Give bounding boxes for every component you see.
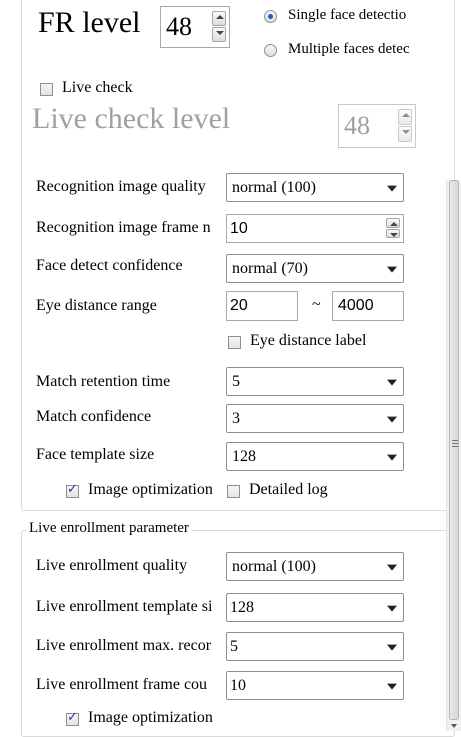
live-check-checkbox[interactable] (40, 83, 53, 96)
eye-distance-separator: ~ (312, 296, 321, 313)
eye-distance-max-input[interactable]: 4000 (332, 291, 404, 321)
scrollbar-thumb[interactable] (449, 180, 459, 720)
fr-level-spinner[interactable] (212, 11, 226, 43)
face-template-size-label: Face template size (36, 446, 155, 463)
single-face-radio[interactable] (264, 10, 277, 23)
live-enrollment-max-records-select[interactable]: 5 (226, 632, 404, 661)
recognition-image-quality-value: normal (100) (232, 178, 316, 196)
chevron-down-icon (387, 185, 397, 192)
live-enrollment-max-records-label: Live enrollment max. recor (36, 637, 212, 654)
recognition-image-frame-spinbox[interactable]: 10 (226, 214, 404, 243)
grip-icon (452, 443, 458, 444)
face-detect-confidence-select[interactable]: normal (70) (226, 254, 404, 283)
live-enrollment-quality-label: Live enrollment quality (36, 557, 188, 574)
chevron-down-icon (387, 564, 397, 571)
fr-level-label: FR level (38, 6, 141, 39)
match-confidence-select[interactable]: 3 (226, 404, 404, 433)
chevron-down-icon (387, 605, 397, 612)
spin-up-icon[interactable] (386, 218, 400, 228)
live-check-level-spinbox[interactable]: 48 (338, 104, 416, 148)
recognition-image-quality-label: Recognition image quality (36, 178, 206, 195)
recognition-image-frame-spinner[interactable] (386, 218, 400, 239)
live-enrollment-image-optimization-checkbox[interactable] (66, 710, 79, 726)
image-optimization-label: Image optimization (88, 481, 213, 498)
scroll-down-arrow-icon[interactable] (451, 724, 457, 728)
chevron-down-icon (387, 416, 397, 423)
chevron-down-icon (387, 683, 397, 690)
chevron-down-icon (387, 454, 397, 461)
live-enrollment-quality-value: normal (100) (232, 557, 316, 575)
live-enrollment-frame-count-label: Live enrollment frame cou (36, 676, 208, 693)
face-detect-confidence-label: Face detect confidence (36, 257, 183, 274)
match-confidence-label: Match confidence (36, 408, 152, 425)
live-check-label: Live check (62, 79, 133, 96)
spin-up-icon[interactable] (398, 109, 412, 125)
spin-up-icon[interactable] (212, 11, 226, 26)
fr-level-spinbox[interactable]: 48 (160, 6, 230, 48)
eye-distance-min-value: 20 (230, 297, 248, 314)
live-enrollment-template-size-value: 128 (230, 598, 254, 616)
eye-distance-label-checkbox[interactable] (228, 336, 241, 349)
vertical-scrollbar[interactable] (446, 180, 461, 731)
chevron-down-icon (387, 266, 397, 273)
live-enrollment-group-title: Live enrollment parameter (26, 520, 192, 537)
grip-icon (452, 446, 458, 447)
live-enrollment-template-size-label: Live enrollment template si (36, 598, 213, 615)
eye-distance-label-text: Eye distance label (250, 332, 367, 349)
spin-down-icon[interactable] (212, 27, 226, 42)
chevron-down-icon (387, 644, 397, 651)
live-check-level-value: 48 (344, 111, 370, 140)
eye-distance-max-value: 4000 (338, 297, 374, 314)
eye-distance-min-input[interactable]: 20 (226, 291, 298, 321)
live-check-level-spinner[interactable] (398, 109, 412, 143)
image-optimization-checkbox[interactable] (66, 482, 79, 498)
recognition-image-frame-value: 10 (230, 219, 248, 237)
match-retention-time-label: Match retention time (36, 373, 171, 390)
spin-down-icon[interactable] (386, 228, 400, 238)
live-enrollment-quality-select[interactable]: normal (100) (226, 552, 404, 581)
live-check-level-label: Live check level (32, 102, 231, 135)
face-template-size-select[interactable]: 128 (226, 442, 404, 471)
live-enrollment-image-optimization-label: Image optimization (88, 709, 213, 726)
face-template-size-value: 128 (232, 447, 256, 465)
match-retention-time-select[interactable]: 5 (226, 367, 404, 396)
multiple-faces-label: Multiple faces detec (288, 41, 410, 57)
grip-icon (452, 440, 458, 441)
live-enrollment-frame-count-select[interactable]: 10 (226, 671, 404, 700)
live-enrollment-template-size-select[interactable]: 128 (226, 593, 404, 622)
recognition-image-quality-select[interactable]: normal (100) (226, 173, 404, 202)
match-retention-time-value: 5 (232, 372, 240, 390)
recognition-image-frame-label: Recognition image frame n (36, 219, 211, 236)
face-detect-confidence-value: normal (70) (232, 259, 308, 277)
detailed-log-checkbox[interactable] (227, 485, 240, 498)
single-face-label: Single face detectio (288, 7, 407, 23)
chevron-down-icon (387, 379, 397, 386)
spin-down-icon[interactable] (398, 126, 412, 142)
live-enrollment-max-records-value: 5 (230, 637, 238, 655)
eye-distance-range-label: Eye distance range (36, 297, 157, 314)
fr-level-value: 48 (166, 12, 192, 41)
multiple-faces-radio[interactable] (264, 44, 277, 57)
match-confidence-value: 3 (232, 409, 240, 427)
detailed-log-label: Detailed log (249, 481, 328, 498)
live-enrollment-frame-count-value: 10 (230, 676, 246, 694)
